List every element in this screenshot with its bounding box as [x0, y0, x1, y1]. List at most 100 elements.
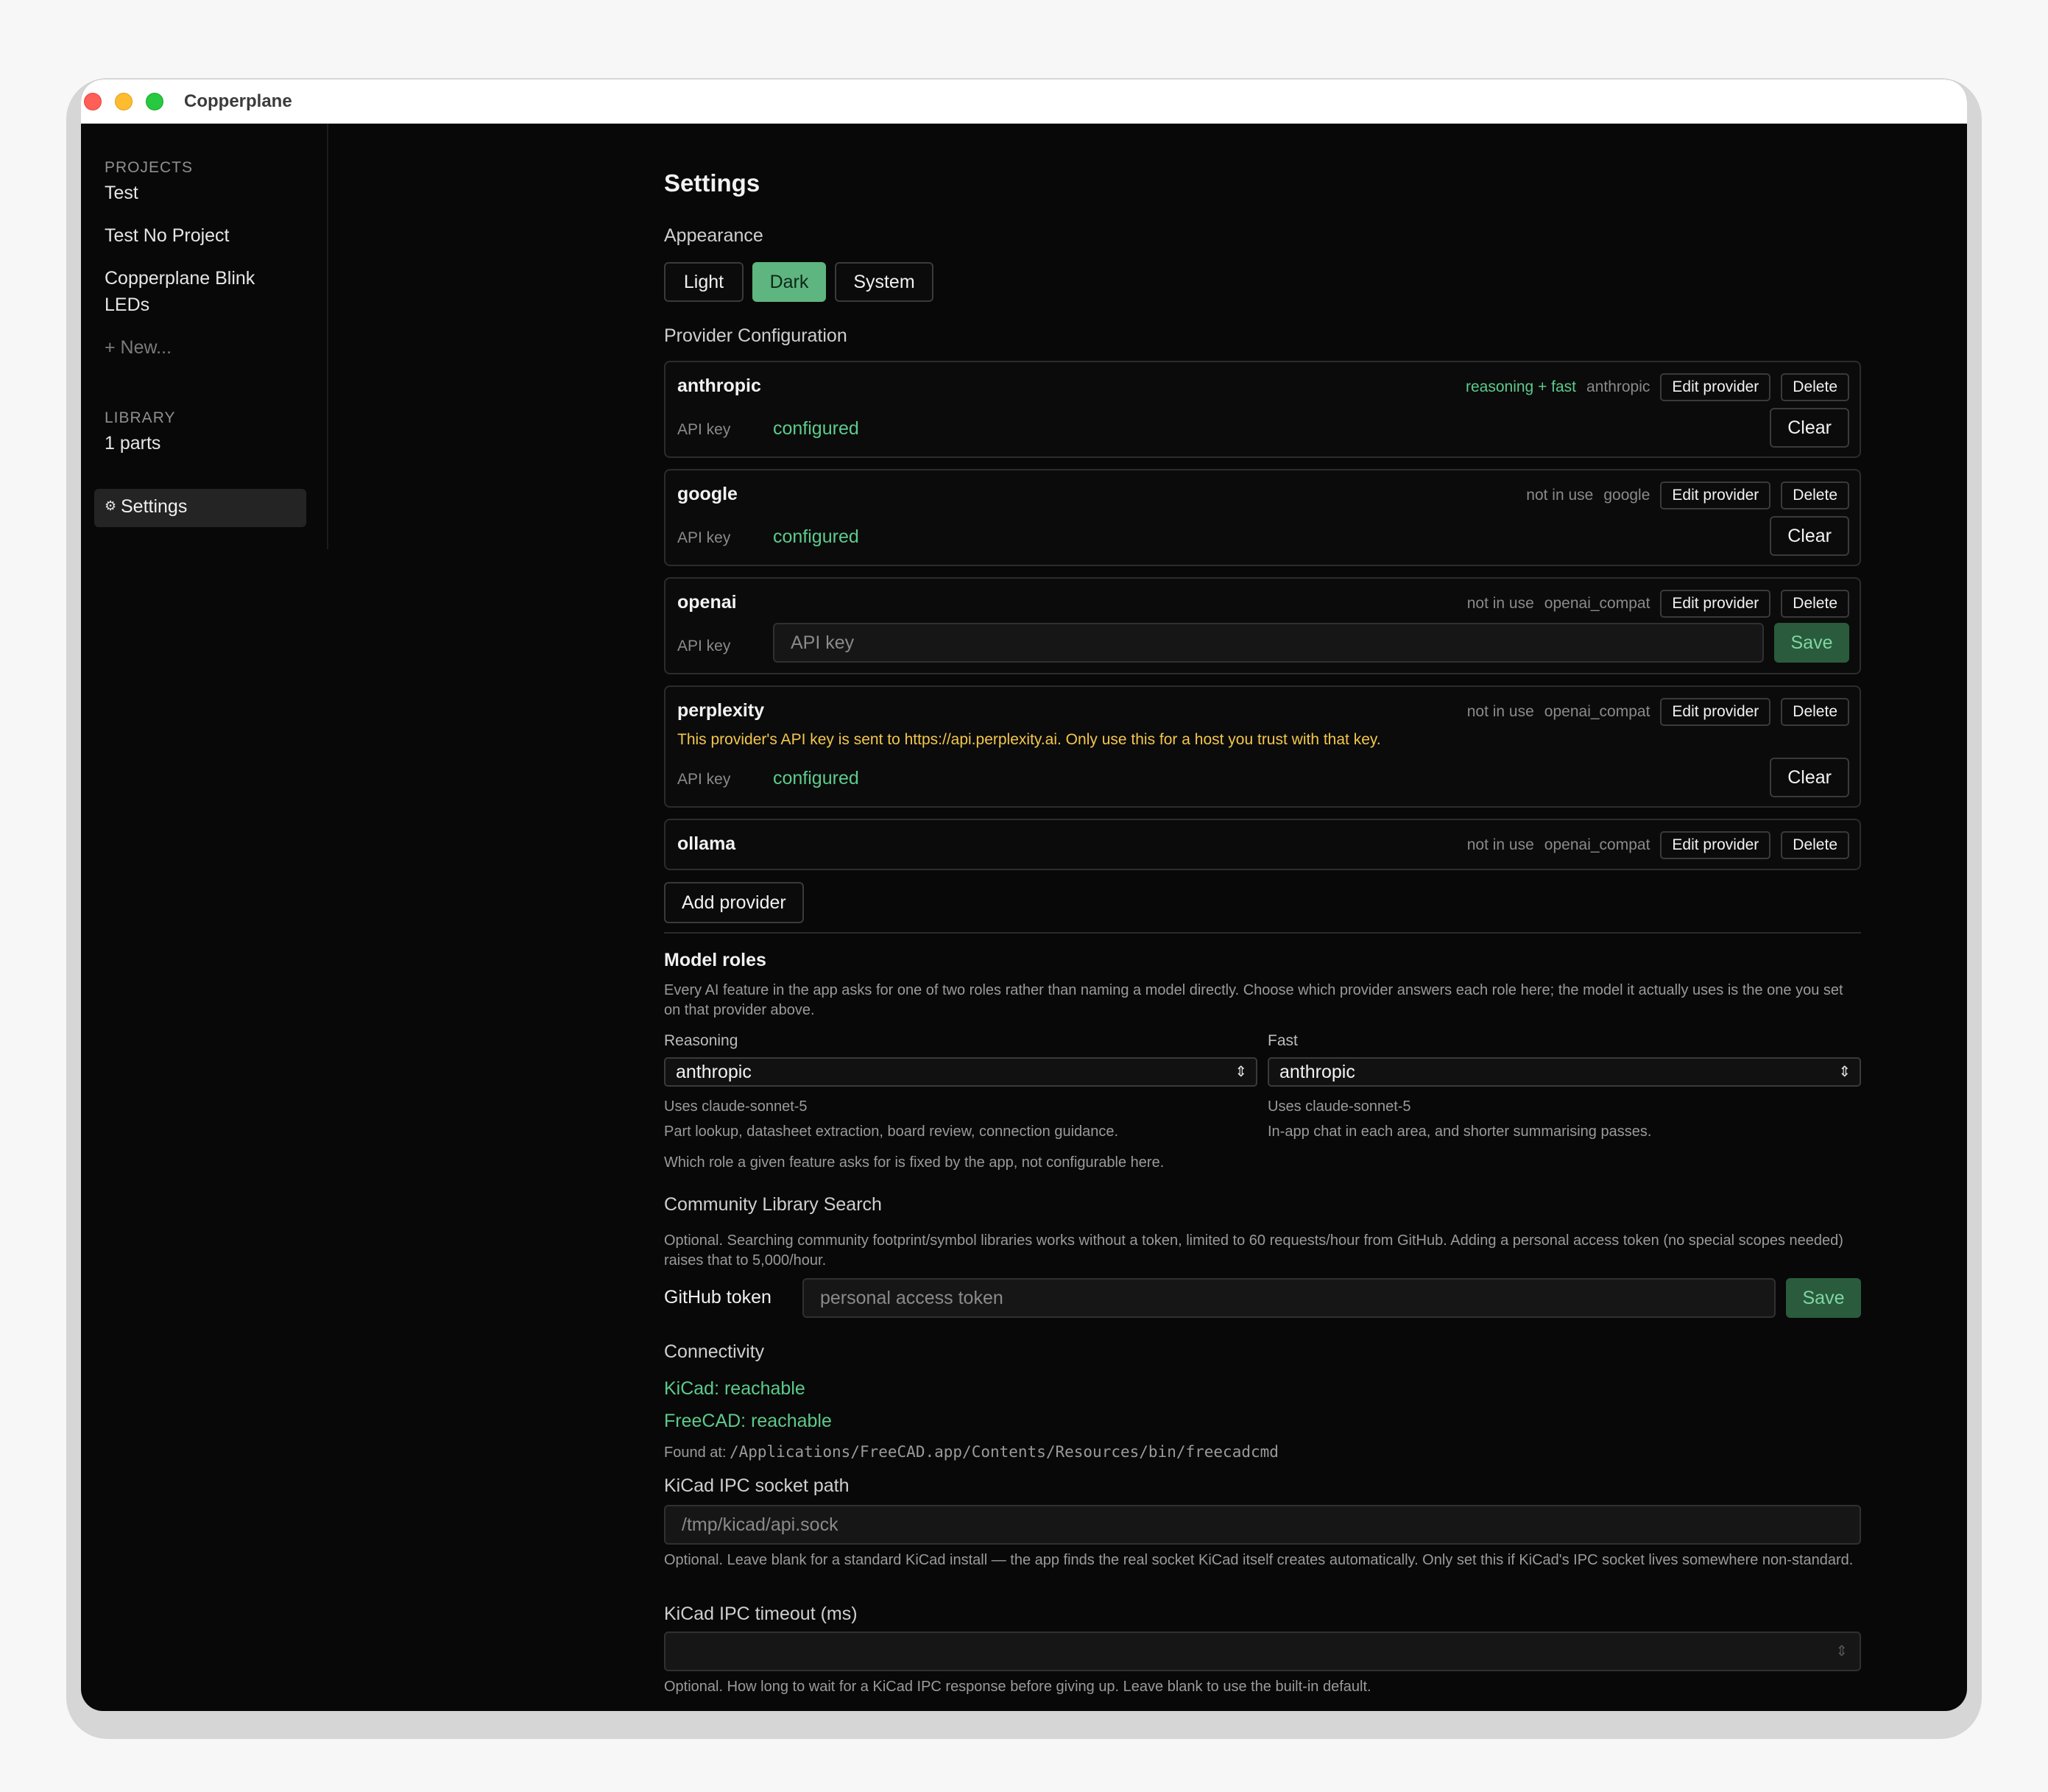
api-key-label: API key	[677, 421, 731, 438]
fast-model-uses: Uses claude-sonnet-5	[1268, 1098, 1411, 1115]
freecad-path: /Applications/FreeCAD.app/Contents/Resou…	[729, 1443, 1279, 1461]
provider-host-warning: This provider's API key is sent to https…	[677, 731, 1381, 748]
kicad-socket-placeholder: /tmp/kicad/api.sock	[682, 1514, 838, 1535]
clear-key-button[interactable]: Clear	[1770, 408, 1849, 448]
reasoning-model-uses: Uses claude-sonnet-5	[664, 1098, 808, 1115]
page-title: Settings	[664, 169, 760, 197]
fast-role-purpose: In-app chat in each area, and shorter su…	[1268, 1123, 1652, 1140]
section-divider	[664, 932, 1861, 934]
provider-status: reasoning + fast	[1466, 378, 1577, 395]
provider-card-ollama: ollama not in use openai_compat Edit pro…	[664, 819, 1861, 870]
kicad-timeout-label: KiCad IPC timeout (ms)	[664, 1604, 858, 1624]
settings-page: Settings Appearance Light Dark System Pr…	[664, 80, 1861, 1711]
provider-status: not in use	[1466, 595, 1534, 612]
save-key-button[interactable]: Save	[1774, 623, 1849, 663]
edit-provider-button[interactable]: Edit provider	[1660, 831, 1771, 859]
provider-status: not in use	[1466, 836, 1534, 853]
appearance-label: Appearance	[664, 225, 763, 246]
community-search-title: Community Library Search	[664, 1194, 882, 1215]
api-key-label: API key	[677, 529, 731, 546]
found-at-label: Found at:	[664, 1444, 727, 1461]
model-roles-note: Which role a given feature asks for is f…	[664, 1154, 1165, 1171]
fast-provider-select[interactable]: anthropic ⇕	[1268, 1057, 1861, 1087]
delete-provider-button[interactable]: Delete	[1781, 481, 1849, 509]
edit-provider-button[interactable]: Edit provider	[1660, 481, 1771, 509]
appearance-light-button[interactable]: Light	[664, 262, 744, 302]
api-key-status: configured	[773, 418, 859, 439]
provider-card-perplexity: perplexity not in use openai_compat Edit…	[664, 685, 1861, 808]
provider-name: perplexity	[677, 700, 765, 721]
new-project-link[interactable]: + New...	[105, 337, 172, 359]
reasoning-role-purpose: Part lookup, datasheet extraction, board…	[664, 1123, 1119, 1140]
api-key-placeholder: API key	[791, 632, 855, 653]
edit-provider-button[interactable]: Edit provider	[1660, 373, 1771, 401]
appearance-dark-button[interactable]: Dark	[752, 262, 826, 302]
provider-type: openai_compat	[1544, 836, 1650, 853]
fast-provider-value: anthropic	[1279, 1062, 1355, 1082]
select-chevron-icon: ⇕	[1235, 1064, 1247, 1080]
freecad-status: FreeCAD: reachable	[664, 1411, 832, 1431]
provider-type: openai_compat	[1544, 595, 1650, 612]
api-key-input[interactable]: API key	[773, 623, 1764, 663]
kicad-socket-input[interactable]: /tmp/kicad/api.sock	[664, 1505, 1861, 1545]
add-provider-button[interactable]: Add provider	[664, 882, 804, 923]
sidebar-item-settings[interactable]: ⚙ Settings	[94, 489, 306, 527]
app-window: Copperplane PROJECTS Test Test No Projec…	[81, 80, 1967, 1711]
github-token-label: GitHub token	[664, 1287, 771, 1308]
window-title: Copperplane	[184, 91, 292, 111]
delete-provider-button[interactable]: Delete	[1781, 831, 1849, 859]
github-token-input[interactable]: personal access token	[802, 1278, 1776, 1318]
api-key-status: configured	[773, 526, 859, 547]
provider-name: google	[677, 484, 738, 504]
library-header: LIBRARY	[105, 409, 176, 426]
kicad-socket-help: Optional. Leave blank for a standard KiC…	[664, 1552, 1854, 1568]
kicad-status: KiCad: reachable	[664, 1378, 805, 1399]
api-key-status: configured	[773, 768, 859, 789]
delete-provider-button[interactable]: Delete	[1781, 373, 1849, 401]
sidebar: PROJECTS Test Test No Project Copperplan…	[81, 124, 328, 549]
sidebar-item-settings-label: Settings	[121, 496, 188, 517]
gear-icon: ⚙	[105, 498, 117, 513]
kicad-socket-label: KiCad IPC socket path	[664, 1475, 850, 1496]
number-stepper-icon[interactable]: ⇕	[1835, 1633, 1848, 1670]
provider-name: anthropic	[677, 375, 761, 396]
provider-config-label: Provider Configuration	[664, 325, 847, 346]
provider-card-anthropic: anthropic reasoning + fast anthropic Edi…	[664, 361, 1861, 458]
github-token-placeholder: personal access token	[820, 1288, 1003, 1308]
provider-type: openai_compat	[1544, 703, 1650, 720]
provider-card-openai: openai not in use openai_compat Edit pro…	[664, 577, 1861, 674]
sidebar-library-parts[interactable]: 1 parts	[105, 430, 303, 456]
save-token-button[interactable]: Save	[1786, 1278, 1861, 1318]
provider-name: ollama	[677, 833, 736, 854]
connectivity-title: Connectivity	[664, 1341, 765, 1362]
fast-role-label: Fast	[1268, 1032, 1298, 1049]
delete-provider-button[interactable]: Delete	[1781, 590, 1849, 618]
clear-key-button[interactable]: Clear	[1770, 516, 1849, 556]
minimize-window-button[interactable]	[115, 93, 133, 110]
model-roles-title: Model roles	[664, 950, 766, 970]
kicad-timeout-help: Optional. How long to wait for a KiCad I…	[664, 1679, 1371, 1695]
projects-header: PROJECTS	[105, 159, 194, 176]
delete-provider-button[interactable]: Delete	[1781, 698, 1849, 726]
edit-provider-button[interactable]: Edit provider	[1660, 590, 1771, 618]
appearance-system-button[interactable]: System	[835, 262, 933, 302]
provider-status: not in use	[1466, 703, 1534, 720]
reasoning-provider-select[interactable]: anthropic ⇕	[664, 1057, 1257, 1087]
sidebar-project-copperplane-blink-leds[interactable]: Copperplane Blink LEDs	[105, 265, 303, 318]
select-chevron-icon: ⇕	[1838, 1064, 1851, 1080]
sidebar-project-test[interactable]: Test	[105, 180, 303, 206]
freecad-found-at: Found at: /Applications/FreeCAD.app/Cont…	[664, 1443, 1279, 1463]
clear-key-button[interactable]: Clear	[1770, 758, 1849, 797]
reasoning-role-label: Reasoning	[664, 1032, 738, 1049]
sidebar-project-test-no-project[interactable]: Test No Project	[105, 222, 303, 249]
provider-status: not in use	[1526, 487, 1594, 504]
kicad-timeout-input[interactable]: ⇕	[664, 1632, 1861, 1671]
zoom-window-button[interactable]	[146, 93, 163, 110]
close-window-button[interactable]	[84, 93, 102, 110]
edit-provider-button[interactable]: Edit provider	[1660, 698, 1771, 726]
reasoning-provider-value: anthropic	[676, 1062, 752, 1082]
provider-type: anthropic	[1586, 378, 1650, 395]
provider-card-google: google not in use google Edit provider D…	[664, 469, 1861, 566]
model-roles-description: Every AI feature in the app asks for one…	[664, 982, 1843, 1018]
api-key-label: API key	[677, 771, 731, 788]
